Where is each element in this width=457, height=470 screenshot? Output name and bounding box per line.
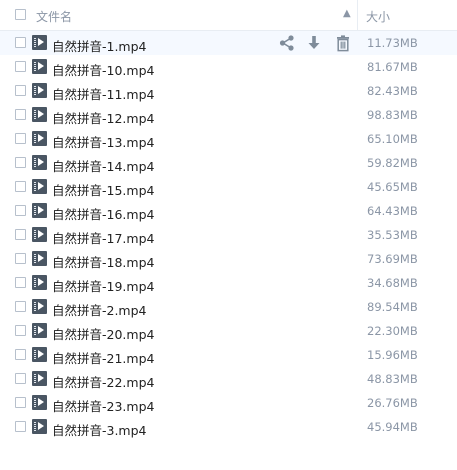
file-name[interactable]: 自然拼音-2.mp4	[52, 300, 147, 319]
file-name[interactable]: 自然拼音-17.mp4	[52, 228, 154, 247]
file-checkbox[interactable]	[15, 349, 26, 360]
video-file-icon	[32, 59, 47, 74]
video-file-icon	[32, 251, 47, 266]
column-header-filename[interactable]: 文件名	[36, 8, 72, 25]
file-checkbox[interactable]	[15, 37, 26, 48]
file-row[interactable]: 自然拼音-1.mp4 11.73MB	[0, 31, 457, 55]
video-file-icon	[32, 323, 47, 338]
file-size: 35.53MB	[367, 228, 418, 242]
video-file-icon	[32, 299, 47, 314]
file-checkbox[interactable]	[15, 133, 26, 144]
file-row[interactable]: 自然拼音-17.mp4 35.53MB	[0, 223, 457, 247]
file-name[interactable]: 自然拼音-11.mp4	[52, 84, 154, 103]
file-list: 自然拼音-1.mp4 11.73MB 自然拼音-10.mp4 81.67MB 自然拼音-…	[0, 31, 457, 439]
file-size: 34.68MB	[367, 276, 418, 290]
file-size: 89.54MB	[367, 300, 418, 314]
file-row[interactable]: 自然拼音-19.mp4 34.68MB	[0, 271, 457, 295]
file-row[interactable]: 自然拼音-3.mp4 45.94MB	[0, 415, 457, 439]
file-size: 59.82MB	[367, 156, 418, 170]
file-row[interactable]: 自然拼音-16.mp4 64.43MB	[0, 199, 457, 223]
file-row[interactable]: 自然拼音-13.mp4 65.10MB	[0, 127, 457, 151]
file-size: 64.43MB	[367, 204, 418, 218]
file-name[interactable]: 自然拼音-16.mp4	[52, 204, 154, 223]
file-checkbox[interactable]	[15, 181, 26, 192]
file-checkbox[interactable]	[15, 301, 26, 312]
video-file-icon	[32, 395, 47, 410]
file-row[interactable]: 自然拼音-15.mp4 45.65MB	[0, 175, 457, 199]
file-size: 45.65MB	[367, 180, 418, 194]
file-size: 22.30MB	[367, 324, 418, 338]
file-name[interactable]: 自然拼音-18.mp4	[52, 252, 154, 271]
file-row[interactable]: 自然拼音-20.mp4 22.30MB	[0, 319, 457, 343]
file-checkbox[interactable]	[15, 229, 26, 240]
file-name[interactable]: 自然拼音-13.mp4	[52, 132, 154, 151]
video-file-icon	[32, 131, 47, 146]
select-all-checkbox[interactable]	[15, 9, 26, 20]
file-size: 65.10MB	[367, 132, 418, 146]
file-row[interactable]: 自然拼音-22.mp4 48.83MB	[0, 367, 457, 391]
file-name[interactable]: 自然拼音-14.mp4	[52, 156, 154, 175]
video-file-icon	[32, 203, 47, 218]
file-name[interactable]: 自然拼音-12.mp4	[52, 108, 154, 127]
file-size: 45.94MB	[367, 420, 418, 434]
file-name[interactable]: 自然拼音-20.mp4	[52, 324, 154, 343]
video-file-icon	[32, 107, 47, 122]
video-file-icon	[32, 227, 47, 242]
file-checkbox[interactable]	[15, 253, 26, 264]
file-row[interactable]: 自然拼音-14.mp4 59.82MB	[0, 151, 457, 175]
download-icon[interactable]	[305, 34, 323, 52]
file-size: 73.69MB	[367, 252, 418, 266]
file-name[interactable]: 自然拼音-23.mp4	[52, 396, 154, 415]
share-icon[interactable]	[278, 34, 296, 52]
video-file-icon	[32, 179, 47, 194]
file-size: 48.83MB	[367, 372, 418, 386]
file-checkbox[interactable]	[15, 421, 26, 432]
video-file-icon	[32, 155, 47, 170]
file-name[interactable]: 自然拼音-15.mp4	[52, 180, 154, 199]
column-divider[interactable]	[357, 0, 358, 30]
file-checkbox[interactable]	[15, 157, 26, 168]
file-checkbox[interactable]	[15, 61, 26, 72]
file-name[interactable]: 自然拼音-21.mp4	[52, 348, 154, 367]
file-size: 15.96MB	[367, 348, 418, 362]
file-name[interactable]: 自然拼音-10.mp4	[52, 60, 154, 79]
file-list-header: 文件名 ▲ 大小	[0, 0, 457, 31]
file-row[interactable]: 自然拼音-18.mp4 73.69MB	[0, 247, 457, 271]
video-file-icon	[32, 371, 47, 386]
file-size: 26.76MB	[367, 396, 418, 410]
file-size: 98.83MB	[367, 108, 418, 122]
file-size: 11.73MB	[367, 36, 418, 50]
file-name[interactable]: 自然拼音-22.mp4	[52, 372, 154, 391]
file-row[interactable]: 自然拼音-21.mp4 15.96MB	[0, 343, 457, 367]
video-file-icon	[32, 275, 47, 290]
trash-icon[interactable]	[334, 34, 352, 52]
file-name[interactable]: 自然拼音-3.mp4	[52, 420, 147, 439]
column-header-size[interactable]: 大小	[366, 8, 390, 25]
video-file-icon	[32, 347, 47, 362]
file-checkbox[interactable]	[15, 373, 26, 384]
file-checkbox[interactable]	[15, 325, 26, 336]
file-name[interactable]: 自然拼音-19.mp4	[52, 276, 154, 295]
file-name[interactable]: 自然拼音-1.mp4	[52, 36, 147, 55]
video-file-icon	[32, 35, 47, 50]
file-size: 81.67MB	[367, 60, 418, 74]
file-row[interactable]: 自然拼音-11.mp4 82.43MB	[0, 79, 457, 103]
file-row[interactable]: 自然拼音-2.mp4 89.54MB	[0, 295, 457, 319]
file-size: 82.43MB	[367, 84, 418, 98]
sort-asc-icon[interactable]: ▲	[343, 8, 351, 19]
video-file-icon	[32, 419, 47, 434]
file-checkbox[interactable]	[15, 109, 26, 120]
file-checkbox[interactable]	[15, 85, 26, 96]
file-checkbox[interactable]	[15, 277, 26, 288]
video-file-icon	[32, 83, 47, 98]
file-row[interactable]: 自然拼音-10.mp4 81.67MB	[0, 55, 457, 79]
file-checkbox[interactable]	[15, 397, 26, 408]
file-checkbox[interactable]	[15, 205, 26, 216]
file-row[interactable]: 自然拼音-23.mp4 26.76MB	[0, 391, 457, 415]
file-row[interactable]: 自然拼音-12.mp4 98.83MB	[0, 103, 457, 127]
